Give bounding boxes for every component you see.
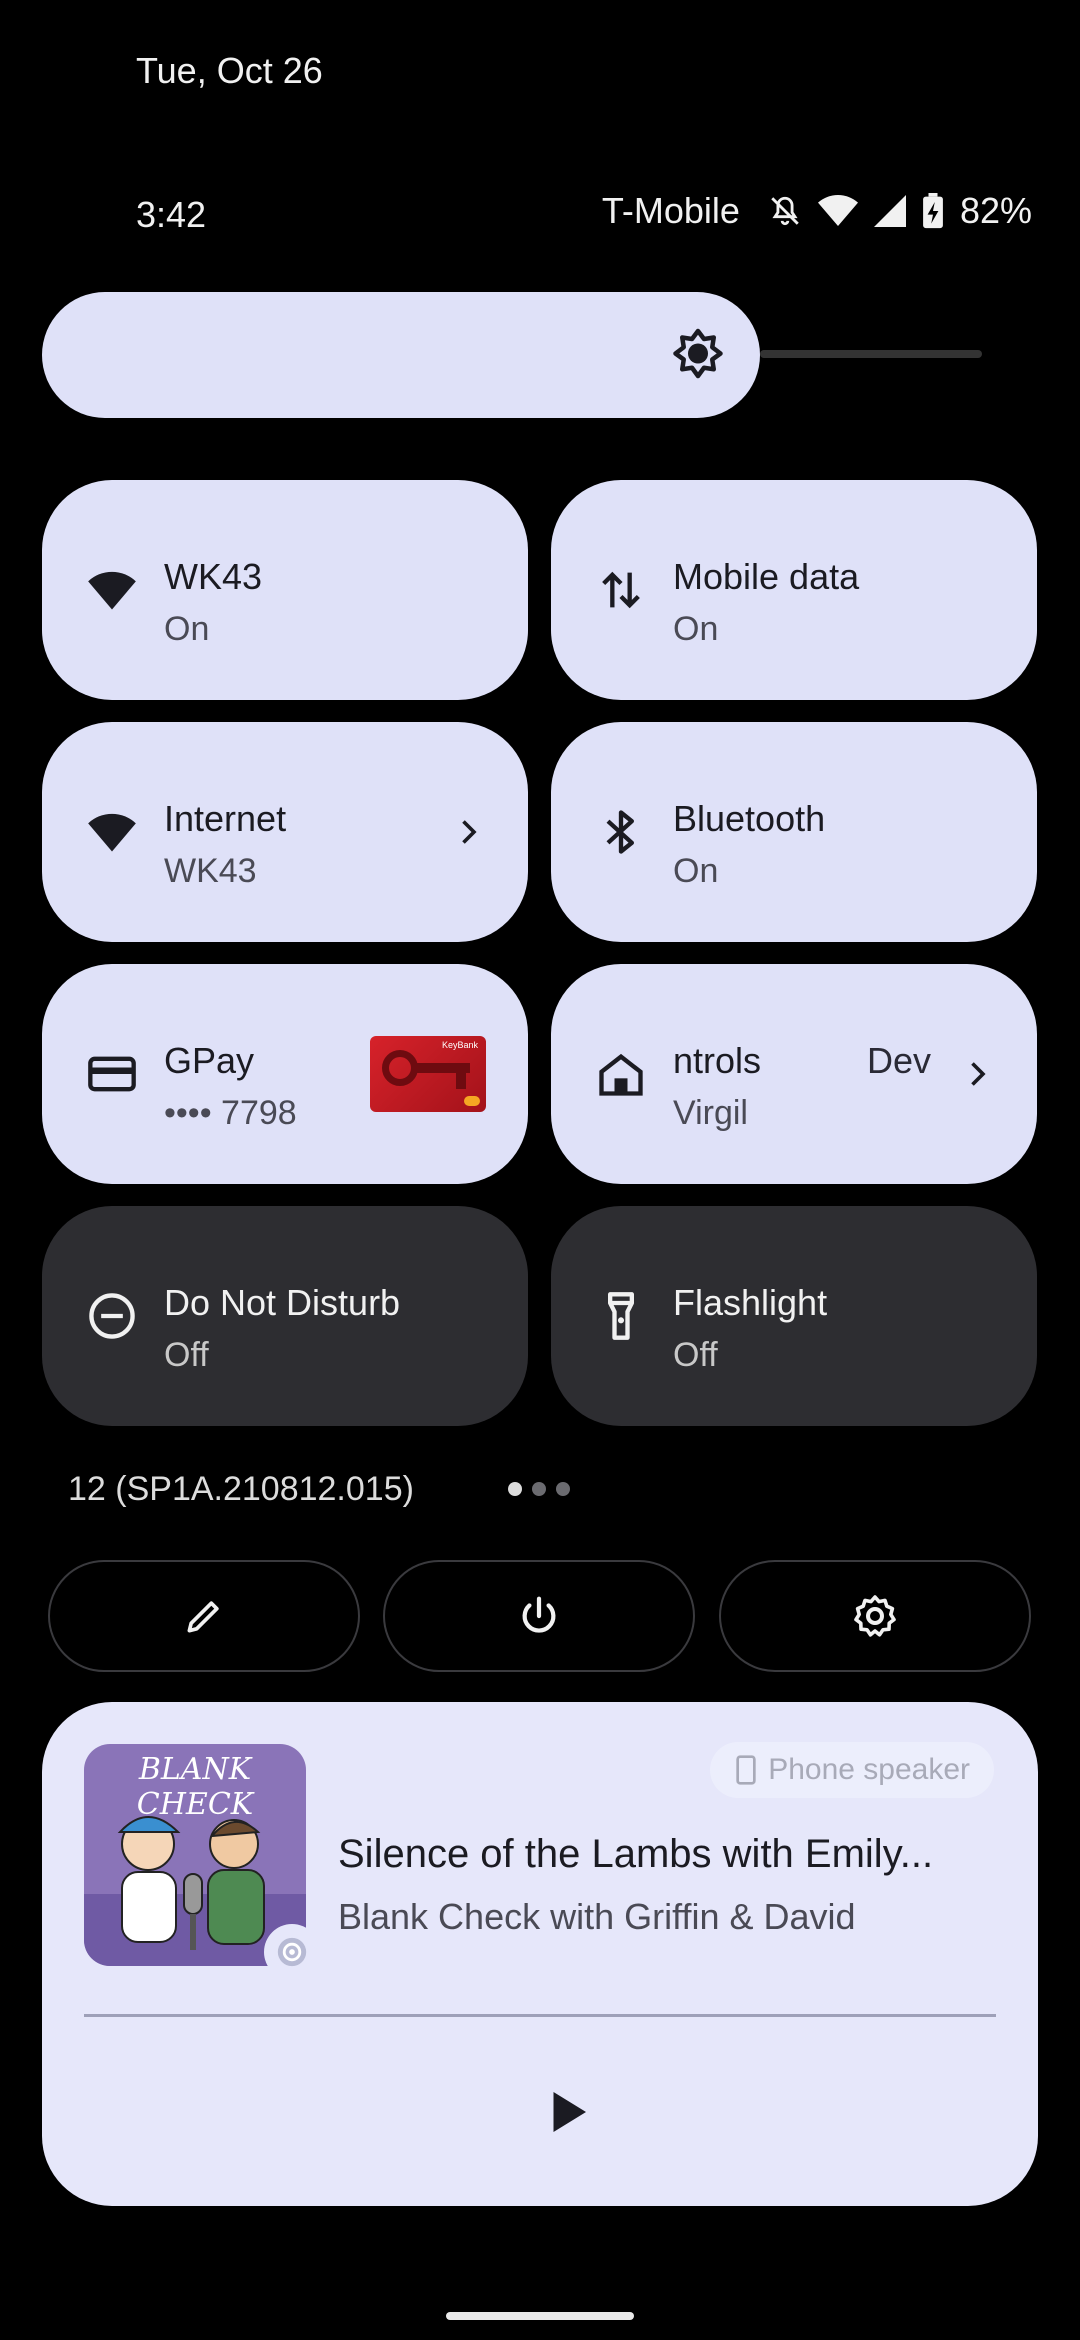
tile-bluetooth[interactable]: Bluetooth On	[551, 722, 1037, 942]
settings-icon	[854, 1595, 896, 1637]
tile-title: ntrols	[673, 1040, 762, 1081]
tile-device-controls[interactable]: ntrols Dev Virgil	[551, 964, 1037, 1184]
phone-icon	[736, 1755, 756, 1785]
bell-off-icon	[771, 196, 799, 226]
chevron-right-icon	[971, 1062, 986, 1086]
home-icon	[599, 1053, 643, 1096]
chevron-right-icon	[462, 820, 477, 844]
media-player-card[interactable]: BLANK CHECK Phone speaker Silence of the…	[42, 1702, 1038, 2206]
tile-subtitle: WK43	[164, 852, 257, 890]
tile-subtitle: •••• 7798	[164, 1094, 297, 1132]
wifi-icon	[88, 571, 136, 610]
mobile-data-icon	[602, 571, 640, 609]
cellular-signal-icon	[873, 195, 906, 227]
tile-subtitle: Off	[673, 1336, 718, 1374]
wifi-icon	[817, 195, 858, 226]
tile-gpay[interactable]: GPay •••• 7798 KeyBank	[42, 964, 528, 1184]
podcast-app-icon	[277, 1937, 307, 1967]
tile-subtitle: On	[673, 610, 719, 648]
tile-mobile-data[interactable]: Mobile data On	[551, 480, 1037, 700]
carrier-name: T-Mobile	[601, 190, 740, 231]
tile-subtitle: On	[673, 852, 719, 890]
output-device-label: Phone speaker	[768, 1753, 970, 1786]
edit-button[interactable]	[48, 1560, 360, 1672]
page-dot-active	[508, 1482, 522, 1496]
media-subtitle: Blank Check with Griffin & David	[338, 1896, 856, 1937]
navigation-handle[interactable]	[446, 2312, 634, 2320]
tile-title: Flashlight	[673, 1282, 828, 1323]
tile-wifi[interactable]: WK43 On	[42, 480, 528, 700]
power-button[interactable]	[383, 1560, 695, 1672]
power-icon	[522, 1596, 556, 1633]
battery-percent: 82%	[959, 190, 1032, 231]
date: Tue, Oct 26	[136, 50, 323, 91]
tile-internet[interactable]: Internet WK43	[42, 722, 528, 942]
tile-title: Bluetooth	[673, 798, 826, 839]
battery-charging-icon	[923, 193, 943, 229]
bluetooth-icon	[606, 810, 634, 854]
tile-title: Internet	[164, 798, 287, 839]
tile-title: Do Not Disturb	[164, 1282, 401, 1323]
tile-do-not-disturb[interactable]: Do Not Disturb Off	[42, 1206, 528, 1426]
tile-title-marquee: Dev	[867, 1040, 932, 1081]
edit-icon	[187, 1601, 219, 1633]
tile-title: WK43	[164, 556, 263, 597]
tile-subtitle: On	[164, 610, 210, 648]
tile-subtitle: Off	[164, 1336, 209, 1374]
card-brand: KeyBank	[441, 1040, 478, 1050]
media-seekbar[interactable]	[84, 2014, 996, 2017]
brightness-track[interactable]	[760, 350, 982, 358]
card-network-icon	[464, 1096, 480, 1106]
tile-title: GPay	[164, 1040, 255, 1081]
tile-subtitle: Virgil	[673, 1094, 748, 1132]
card-icon	[88, 1056, 136, 1092]
clock: 3:42	[136, 194, 207, 235]
brightness-slider[interactable]	[42, 292, 760, 418]
build-number[interactable]: 12 (SP1A.210812.015)	[68, 1470, 414, 1509]
settings-button[interactable]	[719, 1560, 1031, 1672]
do-not-disturb-icon	[89, 1293, 135, 1339]
flashlight-icon	[608, 1292, 634, 1340]
tile-title: Mobile data	[673, 556, 860, 597]
output-device-chip[interactable]: Phone speaker	[710, 1742, 994, 1798]
page-dot	[556, 1482, 570, 1496]
media-title: Silence of the Lambs with Emily...	[338, 1832, 934, 1876]
page-indicator[interactable]	[508, 1482, 570, 1496]
payment-card-image[interactable]: KeyBank	[370, 1036, 486, 1112]
brightness-icon	[673, 328, 723, 379]
wifi-icon	[88, 813, 136, 852]
status-bar: T-Mobile 82%	[602, 190, 1032, 232]
app-badge	[264, 1924, 320, 1980]
page-dot	[532, 1482, 546, 1496]
play-icon[interactable]	[536, 2082, 596, 2142]
tile-flashlight[interactable]: Flashlight Off	[551, 1206, 1037, 1426]
